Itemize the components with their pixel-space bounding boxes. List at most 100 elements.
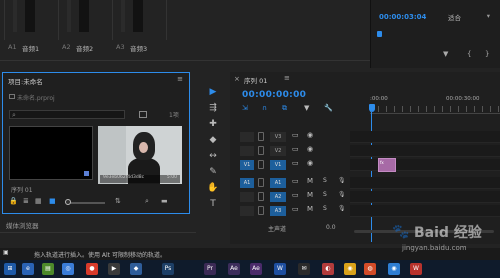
- selection-tool-icon[interactable]: ▶: [206, 86, 220, 98]
- sync-lock-icon[interactable]: ▭: [292, 205, 299, 213]
- project-panel-title[interactable]: 项目:未命名: [8, 76, 43, 86]
- pen-tool-icon[interactable]: ✎: [206, 166, 220, 178]
- solo-button[interactable]: S: [323, 191, 327, 198]
- fader-track[interactable]: [133, 0, 143, 32]
- tray-icon[interactable]: ◉: [388, 263, 400, 275]
- find-icon[interactable]: ⌕: [145, 197, 149, 206]
- tray-icon[interactable]: ◉: [344, 263, 356, 275]
- source-patch[interactable]: [240, 146, 254, 156]
- track-lane[interactable]: [350, 177, 500, 189]
- track-target[interactable]: V2: [270, 146, 286, 156]
- track-lane[interactable]: [350, 145, 500, 157]
- master-volume[interactable]: 0.0: [326, 224, 336, 231]
- lock-icon[interactable]: [258, 192, 264, 201]
- firefox-icon[interactable]: ◍: [364, 263, 376, 275]
- track-target[interactable]: A1: [270, 178, 286, 188]
- browser-icon[interactable]: ◎: [62, 263, 74, 275]
- after-effects-icon[interactable]: Ae: [228, 263, 240, 275]
- close-icon[interactable]: ×: [234, 75, 240, 83]
- lock-icon[interactable]: [258, 178, 264, 187]
- track-lane[interactable]: [350, 159, 500, 171]
- sequence-thumbnail[interactable]: [9, 126, 93, 180]
- chrome-icon[interactable]: ●: [86, 263, 98, 275]
- linked-selection-icon[interactable]: ⧉: [282, 104, 287, 113]
- eye-icon[interactable]: ◉: [307, 159, 313, 167]
- tray-icon[interactable]: ◐: [322, 263, 334, 275]
- lock-icon[interactable]: 🔒: [9, 197, 18, 205]
- track-target[interactable]: A2: [270, 192, 286, 202]
- program-timecode[interactable]: 00:00:03:04: [379, 13, 426, 21]
- freeform-view-icon[interactable]: ■: [49, 197, 56, 205]
- track-lane[interactable]: [350, 191, 500, 203]
- after-effects-icon[interactable]: Ae: [250, 263, 262, 275]
- type-tool-icon[interactable]: T: [206, 198, 220, 210]
- app-icon[interactable]: ◆: [130, 263, 142, 275]
- marker-icon[interactable]: ▼: [443, 50, 448, 58]
- time-ruler[interactable]: :00:00 00:00:30:00: [370, 94, 500, 114]
- solo-button[interactable]: S: [323, 205, 327, 212]
- lock-icon[interactable]: [258, 206, 264, 215]
- start-icon[interactable]: ⊞: [4, 263, 16, 275]
- timeline-clip[interactable]: fx: [378, 158, 396, 172]
- lock-icon[interactable]: [258, 132, 264, 141]
- sync-lock-icon[interactable]: ▭: [292, 145, 299, 153]
- list-view-icon[interactable]: ≣: [23, 197, 29, 205]
- eye-icon[interactable]: ◉: [307, 145, 313, 153]
- mic-icon[interactable]: 🎙: [338, 191, 346, 198]
- playhead-icon[interactable]: [369, 104, 375, 112]
- tab-sequence[interactable]: 序列 01: [244, 75, 267, 85]
- source-patch[interactable]: V1: [240, 160, 254, 170]
- track-lane[interactable]: [350, 131, 500, 143]
- word-icon[interactable]: W: [274, 263, 286, 275]
- track-target[interactable]: V3: [270, 132, 286, 142]
- playhead-icon[interactable]: [377, 31, 382, 37]
- track-lane[interactable]: [350, 205, 500, 217]
- thumbnail-zoom-slider[interactable]: [65, 199, 105, 205]
- track-target[interactable]: A3: [270, 206, 286, 216]
- media-browser-tab[interactable]: 媒体浏览器: [6, 220, 39, 230]
- source-patch[interactable]: [240, 192, 254, 202]
- add-marker-icon[interactable]: ▼: [304, 104, 309, 112]
- lock-icon[interactable]: [258, 146, 264, 155]
- wps-icon[interactable]: W: [410, 263, 422, 275]
- source-patch[interactable]: A1: [240, 178, 254, 188]
- sort-icon[interactable]: ⇅: [115, 197, 121, 205]
- app-icon[interactable]: ▤: [42, 263, 54, 275]
- fader-track[interactable]: [79, 0, 89, 32]
- program-scrubber[interactable]: [377, 31, 495, 38]
- lock-icon[interactable]: [258, 160, 264, 169]
- sync-lock-icon[interactable]: ▭: [292, 177, 299, 185]
- ripple-edit-tool-icon[interactable]: ✚: [206, 118, 220, 130]
- image-thumbnail[interactable]: 9e3eb062f4d3d8c 5:00: [98, 126, 182, 184]
- slip-tool-icon[interactable]: ↔: [206, 150, 220, 162]
- eye-icon[interactable]: ◉: [307, 131, 313, 139]
- photoshop-icon[interactable]: Ps: [162, 263, 174, 275]
- fader-track[interactable]: [25, 0, 35, 32]
- panel-menu-icon[interactable]: ≡: [284, 74, 290, 82]
- panel-menu-icon[interactable]: ≡: [177, 75, 183, 83]
- ie-icon[interactable]: e: [22, 263, 34, 275]
- mic-icon[interactable]: 🎙: [338, 177, 346, 184]
- mute-button[interactable]: M: [307, 177, 313, 185]
- source-patch[interactable]: [240, 206, 254, 216]
- wrench-icon[interactable]: 🔧: [324, 104, 333, 112]
- source-patch[interactable]: [240, 132, 254, 142]
- icon-view-icon[interactable]: ▦: [35, 197, 42, 205]
- mute-button[interactable]: M: [307, 205, 313, 213]
- sync-lock-icon[interactable]: ▭: [292, 159, 299, 167]
- hand-tool-icon[interactable]: ✋: [206, 182, 220, 194]
- media-player-icon[interactable]: ▶: [108, 263, 120, 275]
- razor-tool-icon[interactable]: ◆: [206, 134, 220, 146]
- new-search-bin-icon[interactable]: [139, 111, 147, 118]
- mark-out-icon[interactable]: }: [485, 50, 489, 58]
- timeline-timecode[interactable]: 00:00:00:00: [242, 90, 306, 100]
- mic-icon[interactable]: 🎙: [338, 205, 346, 212]
- track-select-tool-icon[interactable]: ⇶: [206, 102, 220, 114]
- new-bin-icon[interactable]: ▬: [161, 197, 168, 205]
- mark-in-icon[interactable]: {: [467, 50, 471, 58]
- premiere-icon[interactable]: Pr: [204, 263, 216, 275]
- snap-icon[interactable]: ∩: [262, 104, 267, 112]
- fit-dropdown[interactable]: 适合 ▾: [448, 12, 490, 22]
- nest-icon[interactable]: ⇲: [242, 104, 248, 112]
- track-target[interactable]: V1: [270, 160, 286, 170]
